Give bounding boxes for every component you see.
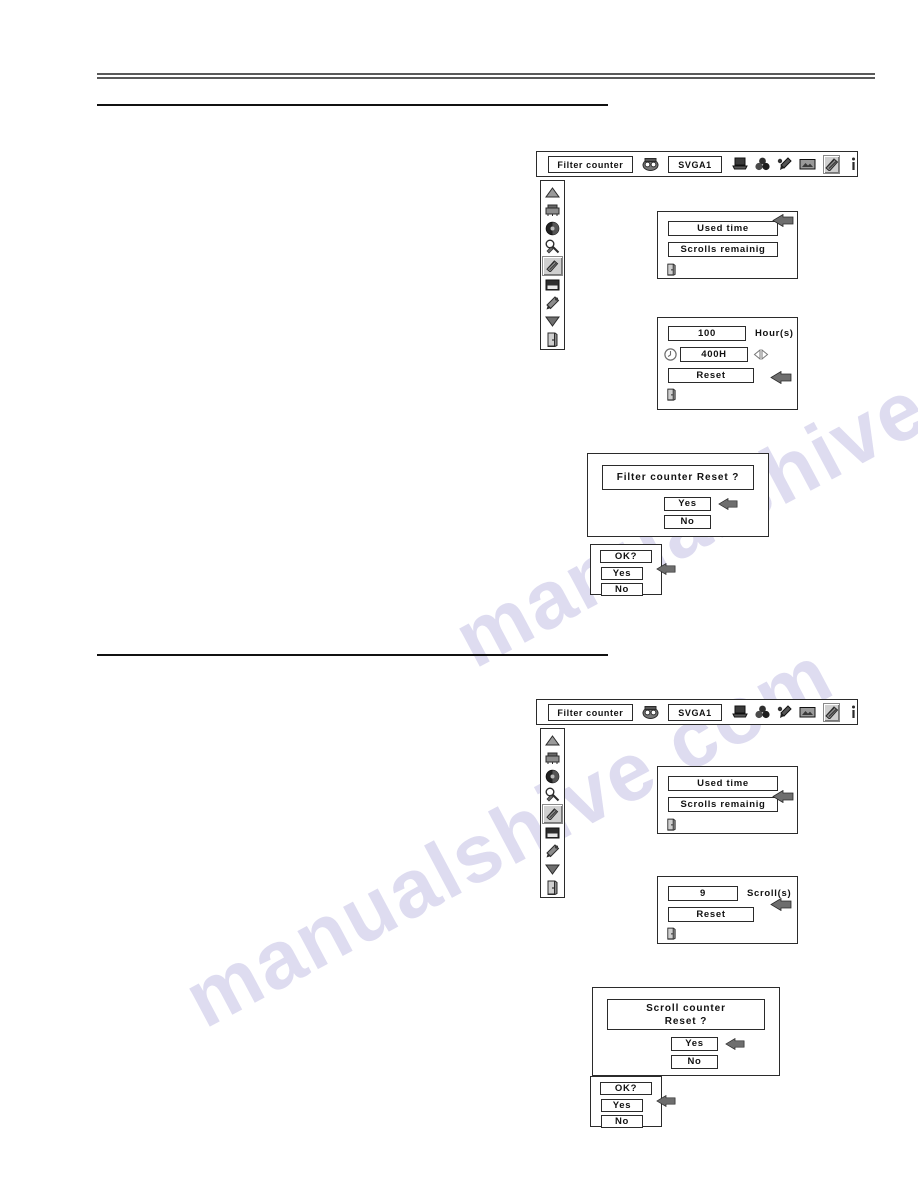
sidebar-item-projector[interactable]: [543, 202, 562, 219]
filter-counter-ok-dialog: OK? Yes No: [590, 544, 662, 596]
paint-brush-icon[interactable]: [777, 705, 792, 719]
screen-image-icon[interactable]: [799, 706, 816, 719]
section-rule-middle: [97, 654, 608, 656]
sidebar-item-contrast[interactable]: [543, 768, 562, 785]
projector-head-icon: [642, 705, 659, 720]
left-right-arrows-icon[interactable]: [753, 349, 769, 360]
sidebar-item-scroll-up[interactable]: [543, 732, 562, 749]
osd-sidebar: [540, 728, 565, 898]
confirm-message: Filter counter Reset ?: [602, 465, 754, 490]
option-scrolls-remaining[interactable]: Scrolls remainig: [668, 242, 778, 257]
exit-door-icon[interactable]: [667, 927, 797, 940]
sidebar-item-setting[interactable]: [542, 256, 563, 276]
pointer-arrow-icon: [772, 214, 794, 227]
clock-icon: [664, 348, 677, 361]
watermark: manualshive.com: [170, 627, 848, 1046]
sidebar-item-exit[interactable]: [543, 331, 562, 348]
sidebar-item-exit[interactable]: [543, 879, 562, 896]
confirm-message-line: Filter counter Reset ?: [616, 472, 740, 483]
section-rule-top: [97, 104, 608, 106]
confirm-message-line: Reset ?: [664, 1015, 708, 1027]
setting-icon[interactable]: [823, 154, 840, 174]
exit-door-icon[interactable]: [667, 388, 797, 401]
ok-no-button[interactable]: No: [601, 1115, 643, 1128]
sidebar-item-screen[interactable]: [543, 277, 562, 294]
pointer-arrow-icon: [718, 498, 738, 510]
computer-icon[interactable]: [732, 705, 749, 719]
setting-icon[interactable]: [823, 702, 840, 722]
confirm-no-button[interactable]: No: [664, 515, 711, 529]
exit-door-icon[interactable]: [667, 818, 797, 831]
sidebar-item-scroll-down[interactable]: [543, 313, 562, 330]
computer-icon[interactable]: [732, 157, 749, 171]
screen-image-icon[interactable]: [799, 158, 816, 171]
filter-counter-value-panel: 100 Hour(s) 400H Reset: [657, 317, 798, 410]
sidebar-item-screen[interactable]: [543, 825, 562, 842]
ok-dialog-title: OK?: [600, 550, 652, 563]
sidebar-item-scroll-up[interactable]: [543, 184, 562, 201]
scroll-reset-button[interactable]: Reset: [668, 907, 754, 922]
menubar-source[interactable]: SVGA1: [667, 703, 723, 721]
used-time-unit: Hour(s): [755, 328, 794, 339]
scroll-counter-confirm-dialog: Scroll counter Reset ? Yes No: [592, 987, 780, 1076]
filter-counter-confirm-dialog: Filter counter Reset ? Yes No: [587, 453, 769, 537]
ok-no-button[interactable]: No: [601, 583, 643, 596]
sidebar-item-setting[interactable]: [542, 804, 563, 824]
sidebar-item-pointer[interactable]: [543, 786, 562, 803]
projector-head-icon: [642, 157, 659, 172]
osd-menubar: Filter counter SVGA1: [536, 151, 858, 177]
sidebar-item-projector[interactable]: [543, 750, 562, 767]
ok-yes-button[interactable]: Yes: [601, 1099, 643, 1112]
sidebar-item-pointer[interactable]: [543, 238, 562, 255]
filter-reset-button[interactable]: Reset: [668, 368, 754, 383]
scroll-count-value: 9: [668, 886, 738, 901]
pointer-arrow-icon: [725, 1038, 745, 1050]
pointer-arrow-icon: [656, 1095, 676, 1107]
osd-sidebar: [540, 180, 565, 350]
menubar-source[interactable]: SVGA1: [667, 155, 723, 173]
sidebar-item-scroll-down[interactable]: [543, 861, 562, 878]
filter-timer-value[interactable]: 400H: [680, 347, 748, 362]
confirm-message: Scroll counter Reset ?: [607, 999, 765, 1030]
pointer-arrow-icon: [656, 563, 676, 575]
info-icon[interactable]: [850, 157, 857, 172]
menubar-title[interactable]: Filter counter: [548, 155, 633, 173]
color-balls-icon[interactable]: [755, 157, 770, 171]
color-balls-icon[interactable]: [755, 705, 770, 719]
pointer-arrow-icon: [770, 371, 792, 384]
confirm-yes-button[interactable]: Yes: [671, 1037, 718, 1051]
option-used-time[interactable]: Used time: [668, 221, 778, 236]
sidebar-item-contrast[interactable]: [543, 220, 562, 237]
info-icon[interactable]: [850, 705, 857, 720]
confirm-no-button[interactable]: No: [671, 1055, 718, 1069]
option-scrolls-remaining[interactable]: Scrolls remainig: [668, 797, 778, 812]
menubar-title[interactable]: Filter counter: [548, 703, 633, 721]
used-time-value: 100: [668, 326, 746, 341]
confirm-message-line: Scroll counter: [646, 1002, 726, 1014]
ok-yes-button[interactable]: Yes: [601, 567, 643, 580]
ok-dialog-title: OK?: [600, 1082, 652, 1095]
page-header-rule: [97, 73, 875, 79]
exit-door-icon[interactable]: [667, 263, 797, 276]
pointer-arrow-icon: [770, 898, 792, 911]
option-used-time[interactable]: Used time: [668, 776, 778, 791]
pointer-arrow-icon: [772, 790, 794, 803]
confirm-yes-button[interactable]: Yes: [664, 497, 711, 511]
paint-brush-icon[interactable]: [777, 157, 792, 171]
osd-menubar: Filter counter SVGA1: [536, 699, 858, 725]
sidebar-item-tool[interactable]: [543, 843, 562, 860]
sidebar-item-tool[interactable]: [543, 295, 562, 312]
scroll-counter-ok-dialog: OK? Yes No: [590, 1076, 662, 1128]
